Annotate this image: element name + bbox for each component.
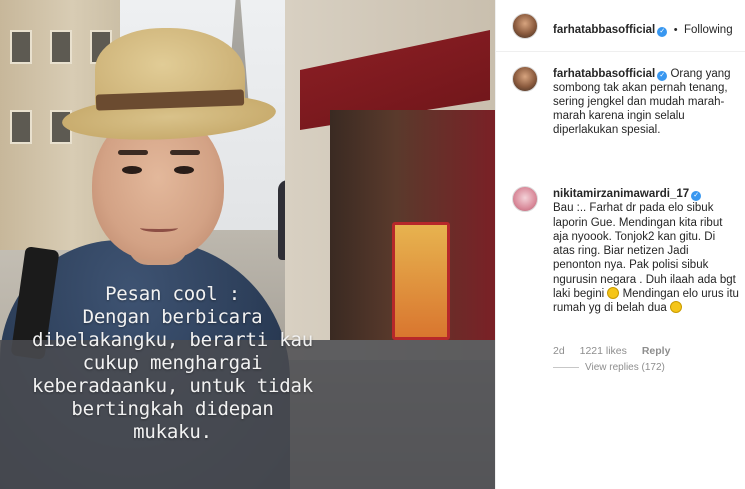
post-header: farhatabbasofficial ✓ • Following [496,0,745,52]
window [50,30,72,64]
window [10,30,32,64]
avatar[interactable] [512,66,538,92]
header-line: farhatabbasofficial ✓ • Following [553,20,733,38]
post-photo[interactable]: Pesan cool : Dengan berbicara dibelakang… [0,0,495,489]
reply-button[interactable]: Reply [642,345,671,357]
verified-badge-icon: ✓ [691,191,702,201]
comment-text: Bau :.. Farhat dr pada elo sibuk laporin… [553,202,736,301]
emoji-grin-icon [670,301,683,314]
comment-username[interactable]: nikitamirzanimawardi_17 [553,188,689,200]
comment: nikitamirzanimawardi_17 ✓ Bau :.. Farhat … [553,187,739,316]
eye [122,166,142,174]
view-replies-label[interactable]: View replies (172) [585,362,665,373]
divider-line [553,366,579,368]
eyebrow [170,150,200,155]
comment-meta: 2d 1221 likes Reply [553,345,682,357]
post-side-panel: farhatabbasofficial ✓ • Following farhata… [495,0,745,489]
following-button[interactable]: Following [684,24,733,36]
window [10,110,32,144]
comment-age: 2d [553,345,565,357]
caption-username[interactable]: farhatabbasofficial [553,68,655,80]
comment-likes[interactable]: 1221 likes [580,345,627,357]
separator: • [673,24,678,36]
photo-caption-text: Pesan cool : Dengan berbicara dibelakang… [32,283,313,443]
avatar[interactable] [512,13,538,39]
eye [174,166,194,174]
emoji-grin-icon [607,287,620,300]
eyebrow [118,150,148,155]
verified-badge-icon: ✓ [657,71,668,81]
avatar[interactable] [512,186,538,212]
view-replies[interactable]: View replies (172) [553,362,665,373]
mouth [140,224,178,232]
header-username[interactable]: farhatabbasofficial [553,24,655,36]
verified-badge-icon: ✓ [657,27,668,37]
post-caption: farhatabbasofficial ✓ Orang yang sombong … [553,67,739,137]
